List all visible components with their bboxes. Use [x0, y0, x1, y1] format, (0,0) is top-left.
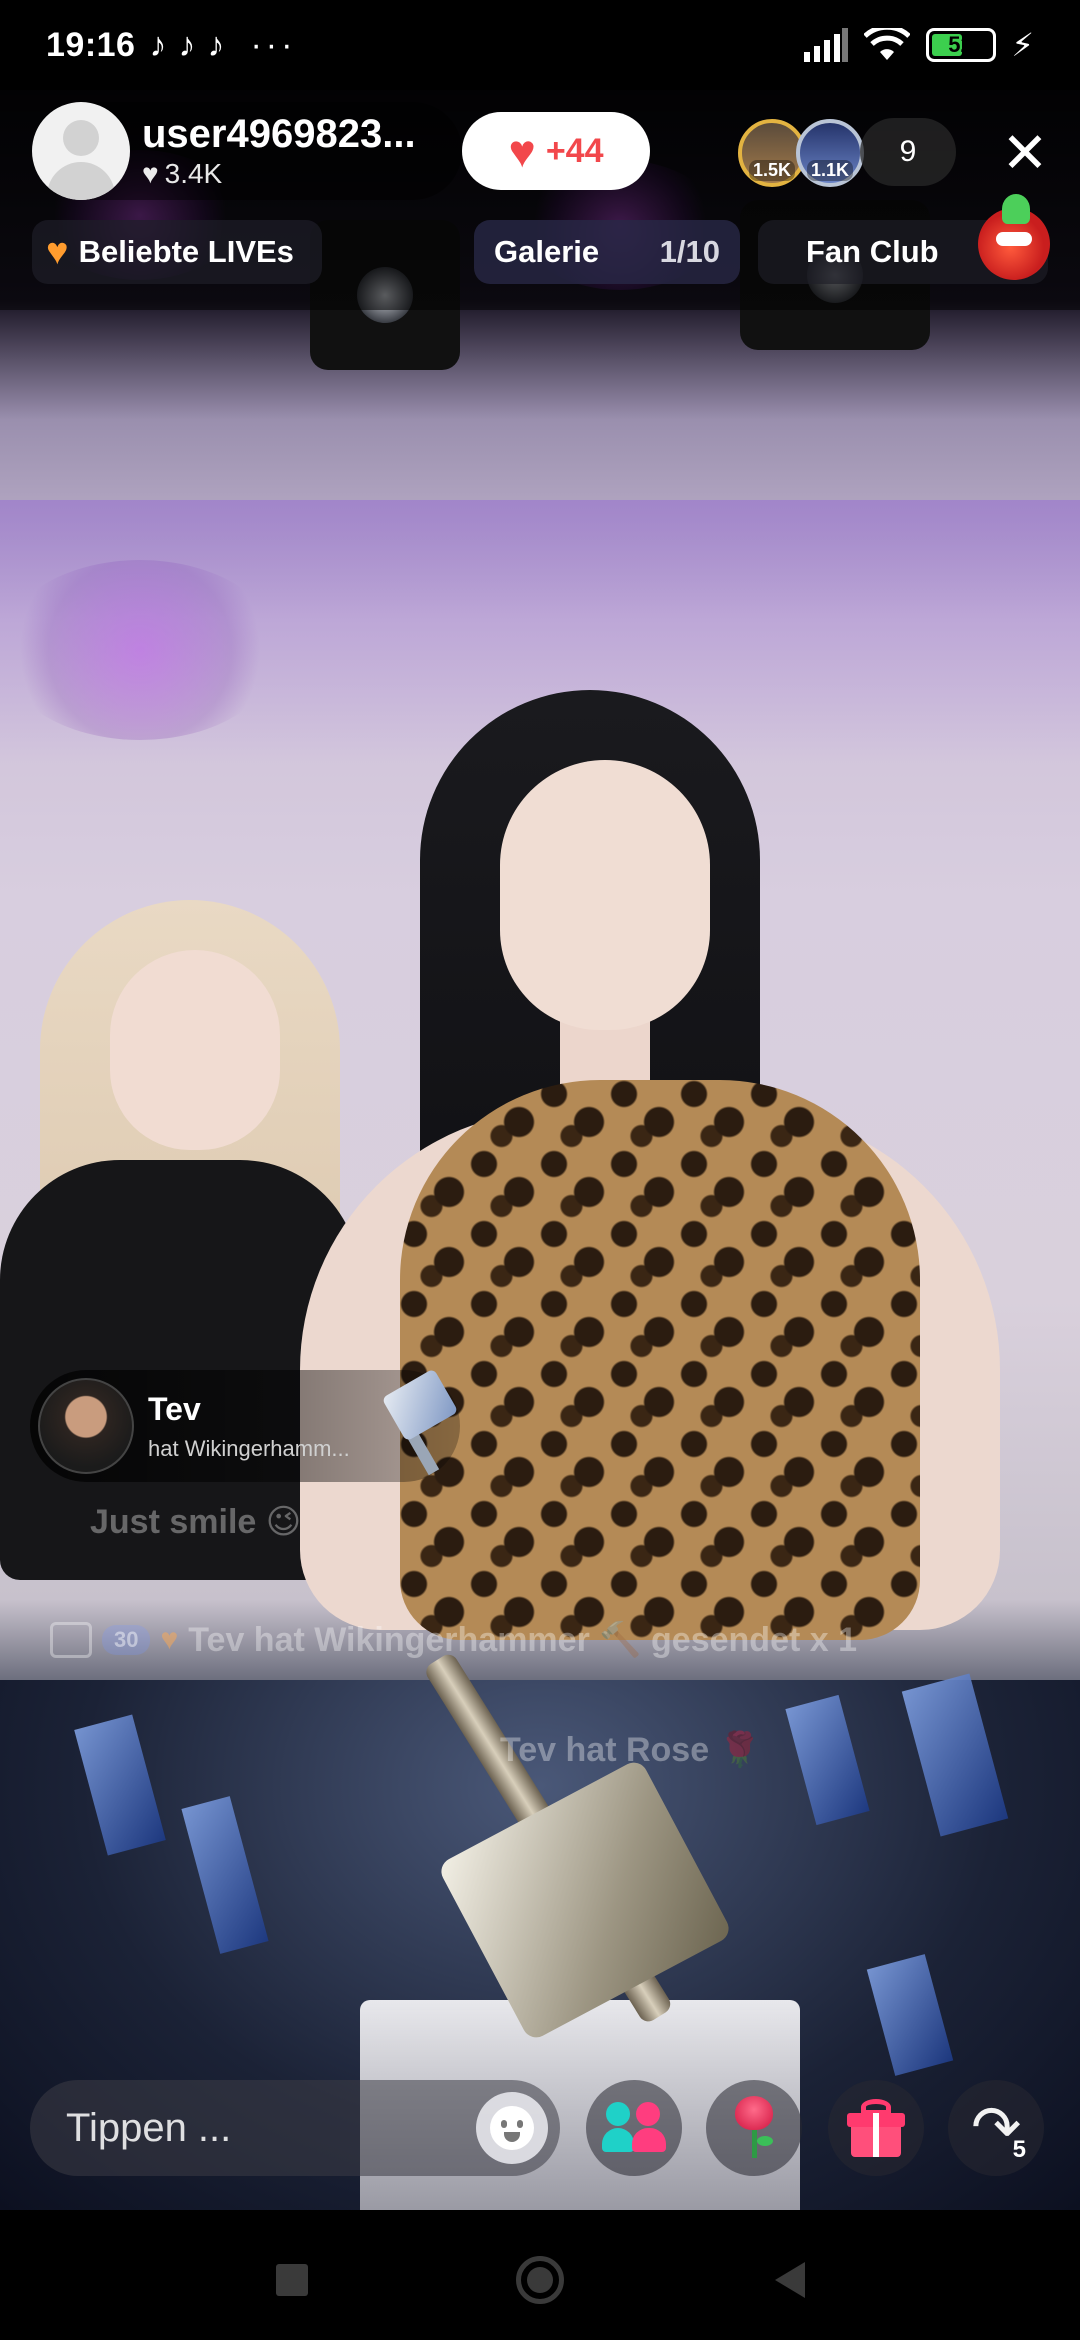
heart-icon: ♥	[508, 125, 536, 177]
chat-message-text: Tev hat Wikingerhammer 🔨 gesendet x 1	[188, 1621, 858, 1659]
fan-club-label: Fan Club	[806, 234, 939, 269]
gift-icon	[847, 2099, 905, 2157]
tiktok-icon: ♪	[178, 25, 196, 64]
gallery-button[interactable]: Galerie 1/10	[474, 220, 740, 284]
top-viewer-avatar[interactable]: 1.1K	[796, 119, 864, 187]
viewer-count-button[interactable]: 9	[860, 118, 956, 186]
triangle-back-icon	[775, 2262, 805, 2298]
background-person-face	[110, 950, 280, 1150]
gift-message: hat Wikingerhamm...	[148, 1435, 350, 1461]
rose-icon	[727, 2096, 781, 2160]
recent-apps-button[interactable]	[262, 2250, 322, 2310]
tiktok-icon: ♪	[207, 25, 225, 64]
gift-box-icon	[50, 1622, 92, 1658]
gifter-avatar[interactable]	[38, 1378, 134, 1474]
share-button[interactable]: ↶ 5	[948, 2080, 1044, 2176]
multi-guest-icon	[602, 2102, 666, 2154]
status-indicators: 52 ⚡	[803, 26, 1034, 64]
like-button[interactable]: ♥ +44	[462, 112, 650, 190]
host-likes: ♥ 3.4K	[142, 158, 416, 190]
battery-icon: 52	[925, 28, 996, 62]
viking-hammer-gift-icon	[370, 1368, 470, 1480]
heart-icon: ♥	[160, 1623, 179, 1656]
viewer-coins-badge: 1.5K	[748, 160, 796, 181]
gifter-name: Tev	[148, 1390, 201, 1427]
viewer-coins-badge: 1.1K	[806, 160, 854, 181]
status-bar: 19:16 ♪ ♪ ♪ ··· 52 ⚡	[0, 0, 1080, 90]
top-viewers[interactable]: 1.5K 1.1K	[738, 118, 864, 188]
chat-message: Tev hat Rose 🌹	[500, 1730, 761, 1770]
streamer-leopard-top	[400, 1080, 920, 1640]
level-badge: 30	[102, 1625, 151, 1655]
fan-club-mascot-icon[interactable]	[978, 194, 1050, 280]
home-button[interactable]	[510, 2250, 570, 2310]
gift-text: Tev hat Wikingerhamm...	[148, 1391, 350, 1462]
more-notifications-icon: ···	[250, 25, 297, 64]
gift-button[interactable]	[828, 2080, 924, 2176]
share-count: 5	[1012, 2136, 1026, 2163]
system-navigation-bar	[0, 2210, 1080, 2340]
back-button[interactable]	[760, 2250, 820, 2310]
square-icon	[276, 2264, 308, 2296]
signal-icon	[803, 28, 848, 62]
status-time: 19:16	[46, 25, 136, 64]
streamer-face	[500, 760, 710, 1030]
live-stream-video[interactable]	[0, 0, 1080, 2210]
circle-icon	[516, 2256, 564, 2304]
rose-gift-button[interactable]	[706, 2080, 802, 2176]
chat-message: 30 ♥ Tev hat Wikingerhammer 🔨 gesendet x…	[50, 1620, 857, 1660]
chat-message-text: Just smile 😉	[90, 1503, 302, 1541]
emoji-button[interactable]	[476, 2092, 548, 2164]
gallery-label: Galerie	[494, 234, 600, 269]
host-avatar[interactable]	[32, 102, 130, 200]
popular-lives-button[interactable]: ♥ Beliebte LIVEs	[32, 220, 322, 284]
charging-bolt-icon: ⚡	[1011, 27, 1034, 63]
wifi-icon	[863, 28, 910, 60]
emoji-icon	[490, 2106, 534, 2150]
heart-icon: ♥	[46, 230, 69, 273]
chat-message: Just smile 😉	[90, 1502, 301, 1542]
host-profile[interactable]: user4969823... ♥ 3.4K	[32, 102, 462, 200]
close-button[interactable]: ✕	[992, 120, 1058, 186]
chat-message-text: Tev hat Rose 🌹	[500, 1731, 761, 1769]
popular-lives-label: Beliebte LIVEs	[78, 234, 294, 269]
host-likes-count: 3.4K	[164, 158, 223, 189]
gallery-page-indicator: 1/10	[659, 234, 720, 269]
like-count: +44	[545, 131, 604, 170]
tiktok-icon: ♪	[149, 25, 167, 64]
host-name: user4969823...	[142, 112, 416, 156]
battery-percentage: 52	[948, 32, 973, 57]
host-info: user4969823... ♥ 3.4K	[142, 112, 416, 190]
comment-placeholder: Tippen ...	[66, 2105, 232, 2150]
notification-icons: ♪ ♪ ♪	[149, 26, 224, 65]
heart-icon: ♥	[142, 158, 159, 189]
multi-guest-button[interactable]	[586, 2080, 682, 2176]
